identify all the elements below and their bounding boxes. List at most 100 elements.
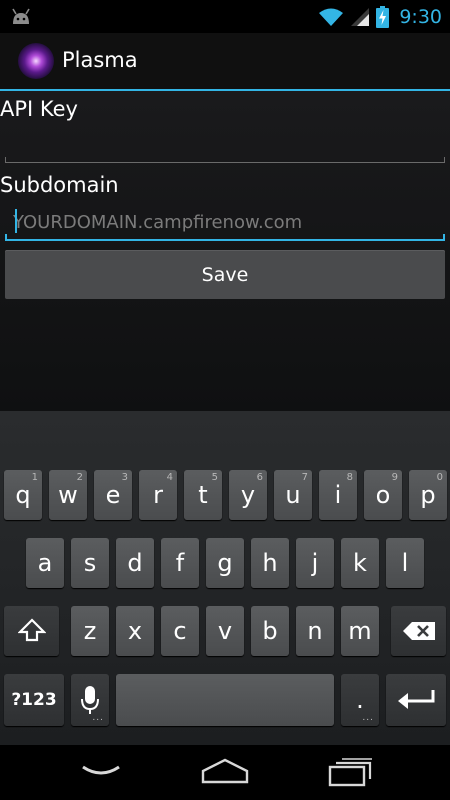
key-v[interactable]: v: [206, 606, 244, 656]
key-label: j: [311, 549, 319, 577]
backspace-icon: [402, 622, 435, 640]
app-title: Plasma: [62, 48, 138, 72]
key-label: e: [105, 481, 121, 509]
key-number-hint: 6: [256, 472, 263, 483]
key-d[interactable]: d: [116, 538, 154, 588]
signal-icon: [351, 7, 370, 26]
text-cursor: [15, 209, 17, 233]
key-w[interactable]: 2w: [49, 470, 87, 520]
key-k[interactable]: k: [341, 538, 379, 588]
key-number-hint: 0: [436, 472, 443, 483]
settings-form: API Key Subdomain Save: [0, 91, 450, 411]
key-number-hint: 9: [391, 472, 398, 483]
key-i[interactable]: 8i: [319, 470, 357, 520]
wifi-icon: [319, 8, 344, 26]
key-label: m: [348, 617, 372, 645]
key-label: s: [83, 549, 97, 577]
key-label: z: [83, 617, 97, 645]
key-number-hint: 7: [301, 472, 308, 483]
key-label: .: [356, 686, 364, 714]
key-number-hint: 3: [121, 472, 128, 483]
api-key-field[interactable]: [5, 123, 445, 163]
recent-apps-icon[interactable]: [327, 757, 373, 787]
key-label: o: [375, 481, 391, 509]
key-label: w: [58, 481, 78, 509]
key-u[interactable]: 7u: [274, 470, 312, 520]
key-y[interactable]: 6y: [229, 470, 267, 520]
key-label: t: [198, 481, 208, 509]
key-label: k: [353, 549, 367, 577]
subdomain-input[interactable]: [13, 207, 433, 237]
key-e[interactable]: 3e: [94, 470, 132, 520]
key-l[interactable]: l: [386, 538, 424, 588]
battery-charging-icon: [376, 5, 390, 28]
period-key[interactable]: . ...: [341, 674, 379, 726]
key-z[interactable]: z: [71, 606, 109, 656]
field-tick-left: [5, 157, 6, 163]
enter-arrow-icon: [398, 690, 435, 709]
save-button[interactable]: Save: [5, 250, 445, 299]
key-b[interactable]: b: [251, 606, 289, 656]
field-tick-left: [5, 234, 7, 241]
key-t[interactable]: 5t: [184, 470, 222, 520]
subdomain-field[interactable]: [5, 201, 445, 241]
plasma-ball-app-icon[interactable]: [18, 43, 54, 79]
key-label: q: [15, 481, 31, 509]
key-x[interactable]: x: [116, 606, 154, 656]
key-q[interactable]: 1q: [4, 470, 42, 520]
key-label: n: [307, 617, 323, 645]
key-m[interactable]: m: [341, 606, 379, 656]
key-s[interactable]: s: [71, 538, 109, 588]
key-f[interactable]: f: [161, 538, 199, 588]
clock: 9:30: [399, 5, 442, 28]
key-a[interactable]: a: [26, 538, 64, 588]
key-g[interactable]: g: [206, 538, 244, 588]
key-number-hint: 2: [76, 472, 83, 483]
key-label: a: [37, 549, 53, 577]
key-label: c: [173, 617, 187, 645]
microphone-icon: [81, 686, 99, 714]
key-n[interactable]: n: [296, 606, 334, 656]
action-bar: Plasma: [0, 33, 450, 90]
key-label: b: [262, 617, 278, 645]
key-label: h: [262, 549, 278, 577]
key-more-hint: ...: [92, 713, 104, 723]
key-label: x: [127, 617, 143, 645]
key-number-hint: 1: [31, 472, 38, 483]
field-underline: [5, 239, 445, 241]
shift-key[interactable]: [4, 606, 59, 656]
back-icon[interactable]: [80, 759, 122, 783]
field-underline: [5, 162, 445, 163]
key-label: f: [175, 549, 185, 577]
subdomain-label: Subdomain: [0, 173, 119, 197]
symbols-key[interactable]: ?123: [4, 674, 64, 726]
key-label: r: [153, 481, 163, 509]
key-c[interactable]: c: [161, 606, 199, 656]
voice-input-key[interactable]: ...: [71, 674, 109, 726]
key-more-hint: ...: [362, 713, 374, 723]
key-j[interactable]: j: [296, 538, 334, 588]
key-h[interactable]: h: [251, 538, 289, 588]
key-number-hint: 5: [211, 472, 218, 483]
key-o[interactable]: 9o: [364, 470, 402, 520]
key-number-hint: 4: [166, 472, 173, 483]
status-bar: 9:30: [0, 0, 450, 33]
api-key-input[interactable]: [13, 129, 433, 159]
space-key[interactable]: [116, 674, 334, 726]
key-label: i: [334, 481, 342, 509]
android-icon: [12, 8, 30, 24]
key-r[interactable]: 4r: [139, 470, 177, 520]
field-tick-right: [443, 234, 445, 241]
key-label: d: [127, 549, 143, 577]
key-p[interactable]: 0p: [409, 470, 447, 520]
api-key-label: API Key: [0, 97, 78, 121]
shift-arrow-icon: [17, 618, 46, 642]
key-number-hint: 8: [346, 472, 353, 483]
home-icon[interactable]: [200, 757, 250, 785]
key-label: v: [217, 617, 233, 645]
key-label: g: [217, 549, 233, 577]
enter-key[interactable]: [386, 674, 446, 726]
soft-keyboard: 1q 2w 3e 4r 5t 6y 7u 8i 9o 0p a s d f g …: [0, 411, 450, 745]
key-label: u: [285, 481, 301, 509]
backspace-key[interactable]: [391, 606, 446, 656]
